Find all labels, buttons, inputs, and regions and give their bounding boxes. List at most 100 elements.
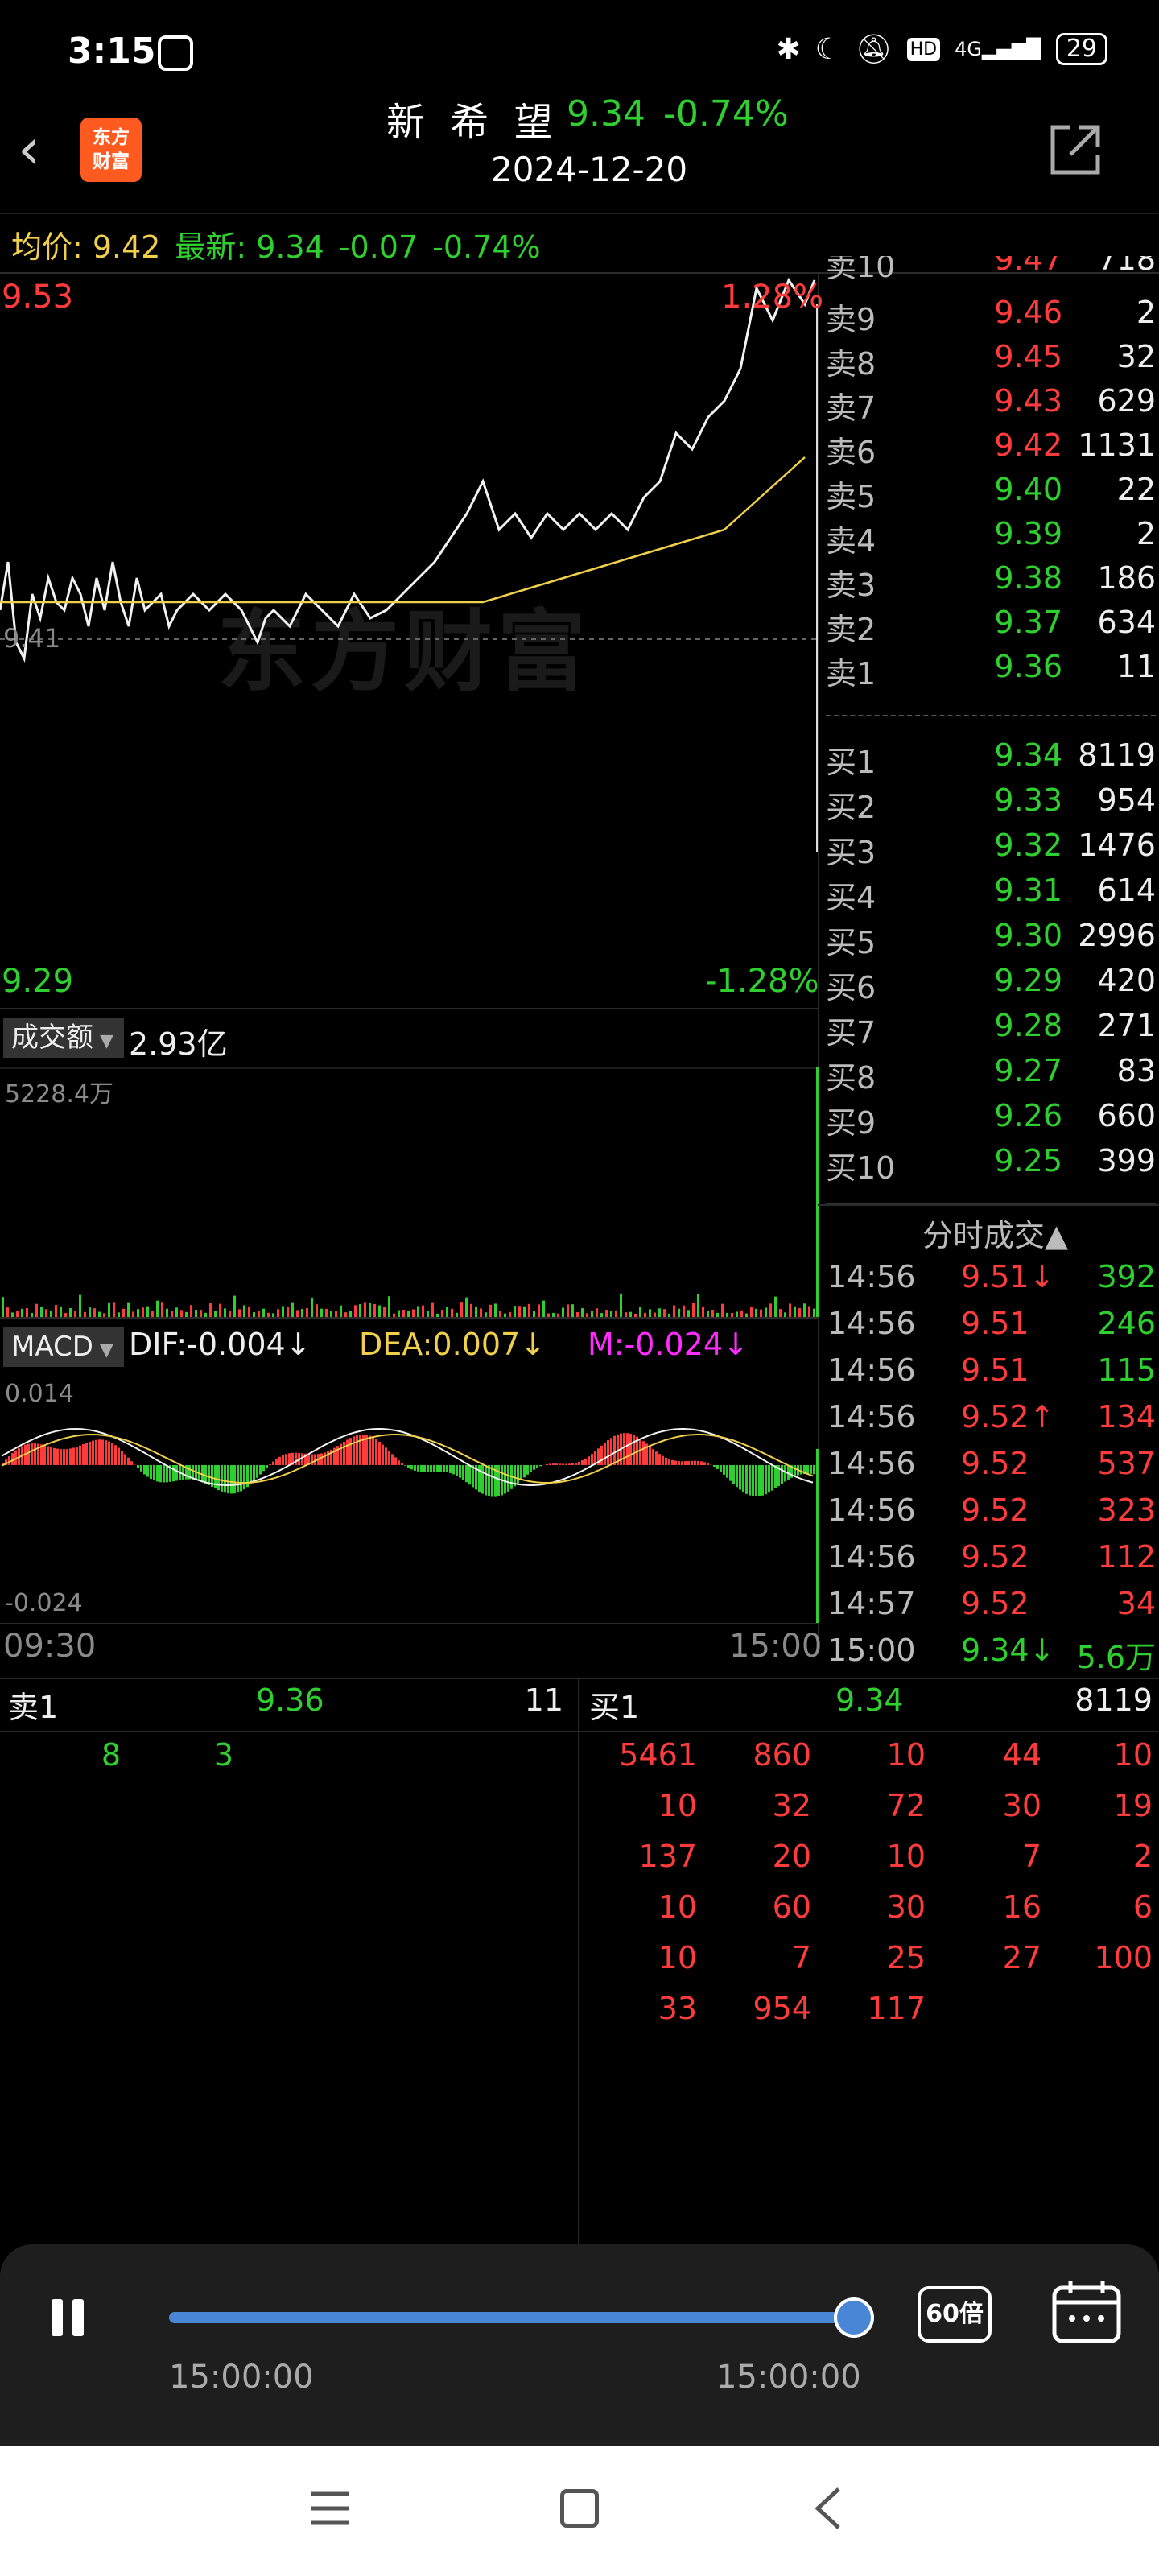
macd-histogram (2, 1433, 815, 1497)
volume-bar (60, 1306, 62, 1317)
trade-row: 14:56 9.51 115 (826, 1352, 1156, 1399)
share-icon[interactable] (1046, 121, 1104, 179)
bid-queue-order: 954 (753, 1991, 811, 2026)
orderbook-bid-row: 买8 9.27 83 (826, 1053, 1156, 1098)
progress-knob[interactable] (834, 2297, 874, 2338)
volume-bar (301, 1308, 303, 1317)
volume-bar (291, 1302, 294, 1317)
macd-bar (143, 1465, 146, 1475)
stock-name: 新 希 望 (386, 100, 559, 145)
macd-bar (700, 1461, 703, 1465)
macd-bar (707, 1463, 709, 1465)
bid-volume: 420 (1097, 963, 1156, 998)
ask-label: 卖9 (826, 302, 876, 337)
volume-bar (422, 1305, 424, 1317)
back-nav-icon[interactable] (811, 2486, 843, 2531)
macd-bar (488, 1465, 490, 1496)
macd-bar (256, 1465, 258, 1478)
trade-time: 14:56 (827, 1539, 916, 1575)
macd-bar (546, 1463, 548, 1465)
bid-volume: 8119 (1078, 737, 1156, 773)
macd-bar (349, 1438, 352, 1465)
macd-bar (604, 1443, 606, 1465)
bid-label: 买7 (826, 1015, 876, 1051)
macd-bar (53, 1447, 56, 1465)
speed-button[interactable]: 60倍 (918, 2286, 992, 2343)
macd-bar (172, 1465, 175, 1482)
volume-bar (219, 1303, 221, 1317)
macd-bar (410, 1465, 413, 1470)
ask-volume: 1131 (1078, 427, 1156, 463)
volume-bar (750, 1307, 753, 1317)
volume-bar (702, 1307, 704, 1317)
volume-bar (794, 1306, 796, 1317)
macd-bar (723, 1465, 725, 1475)
volume-bar (325, 1308, 328, 1317)
volume-bar (388, 1296, 390, 1317)
divider (0, 1731, 1159, 1732)
volume-bar (40, 1307, 43, 1317)
bid-queue-order: 19 (1113, 1788, 1153, 1823)
volume-bar (16, 1311, 19, 1317)
intraday-price-chart[interactable] (0, 272, 818, 1008)
trade-row: 14:57 9.52 34 (826, 1586, 1156, 1633)
macd-bar (275, 1459, 278, 1465)
macd-bar (607, 1440, 609, 1465)
bid-volume: 83 (1116, 1053, 1156, 1088)
volume-bar (774, 1296, 777, 1317)
macd-bar (233, 1465, 236, 1494)
macd-bar (523, 1465, 526, 1478)
macd-bar (72, 1447, 75, 1465)
ask-label: 卖7 (826, 390, 876, 426)
mute-bell-icon: 🔕︎ (855, 33, 893, 66)
menu-nav-icon[interactable] (309, 2489, 351, 2528)
volume-bar (610, 1311, 612, 1317)
macd-bar (137, 1465, 139, 1468)
network-icon: 4G▂▄▆█ (955, 38, 1041, 60)
volume-bar (740, 1310, 743, 1317)
home-nav-icon[interactable] (560, 2489, 599, 2528)
volume-bar (721, 1303, 724, 1317)
macd-bar (559, 1463, 561, 1465)
bid-queue-order: 6 (1132, 1889, 1153, 1925)
bid-queue-order: 5461 (619, 1737, 697, 1773)
macd-bar (584, 1458, 587, 1465)
macd-bar (430, 1465, 432, 1472)
macd-bar (652, 1449, 654, 1465)
trades-title[interactable]: 分时成交▲ (922, 1211, 1068, 1255)
bid-queue-order: 60 (772, 1889, 811, 1925)
macd-bar (555, 1463, 558, 1465)
bid-queue-order: 25 (886, 1940, 926, 1975)
macd-bar (282, 1455, 284, 1465)
volume-bar (567, 1304, 569, 1317)
macd-bar (124, 1454, 126, 1465)
macd-bar (784, 1465, 786, 1482)
divider (0, 1008, 818, 1009)
dif-line (1, 1427, 814, 1487)
back-button[interactable]: ‹ (18, 113, 66, 185)
volume-indicator-selector[interactable]: 成交额 ▼ (3, 1018, 124, 1058)
bid-price: 9.33 (994, 782, 1062, 818)
trade-price: 9.34↓ (961, 1633, 1055, 1668)
calendar-icon[interactable] (1051, 2280, 1122, 2344)
bid-queue-order: 10 (658, 1788, 697, 1823)
macd-bar (262, 1465, 265, 1472)
trade-time: 14:56 (827, 1399, 916, 1435)
macd-bar (533, 1465, 535, 1470)
macd-indicator-selector[interactable]: MACD ▼ (3, 1327, 124, 1367)
macd-bar (60, 1449, 62, 1465)
volume-bar (639, 1307, 641, 1317)
macd-bar (539, 1465, 542, 1467)
trade-price: 9.52↑ (961, 1399, 1055, 1435)
macd-bar (530, 1465, 532, 1472)
macd-bar (443, 1465, 445, 1472)
time-end-label: 15:00 (729, 1628, 823, 1665)
macd-bar (114, 1445, 117, 1465)
progress-track[interactable] (169, 2312, 853, 2323)
last-volume-bar (816, 1067, 819, 1317)
orderbook-ask-row: 卖6 9.42 1131 (826, 427, 1156, 473)
queue-header: 卖1 9.36 11 买1 9.34 8119 (0, 1682, 1159, 1731)
ask-queue-order: 8 (101, 1737, 121, 1773)
time-start-label: 09:30 (3, 1628, 97, 1665)
pause-button[interactable] (48, 2297, 90, 2339)
